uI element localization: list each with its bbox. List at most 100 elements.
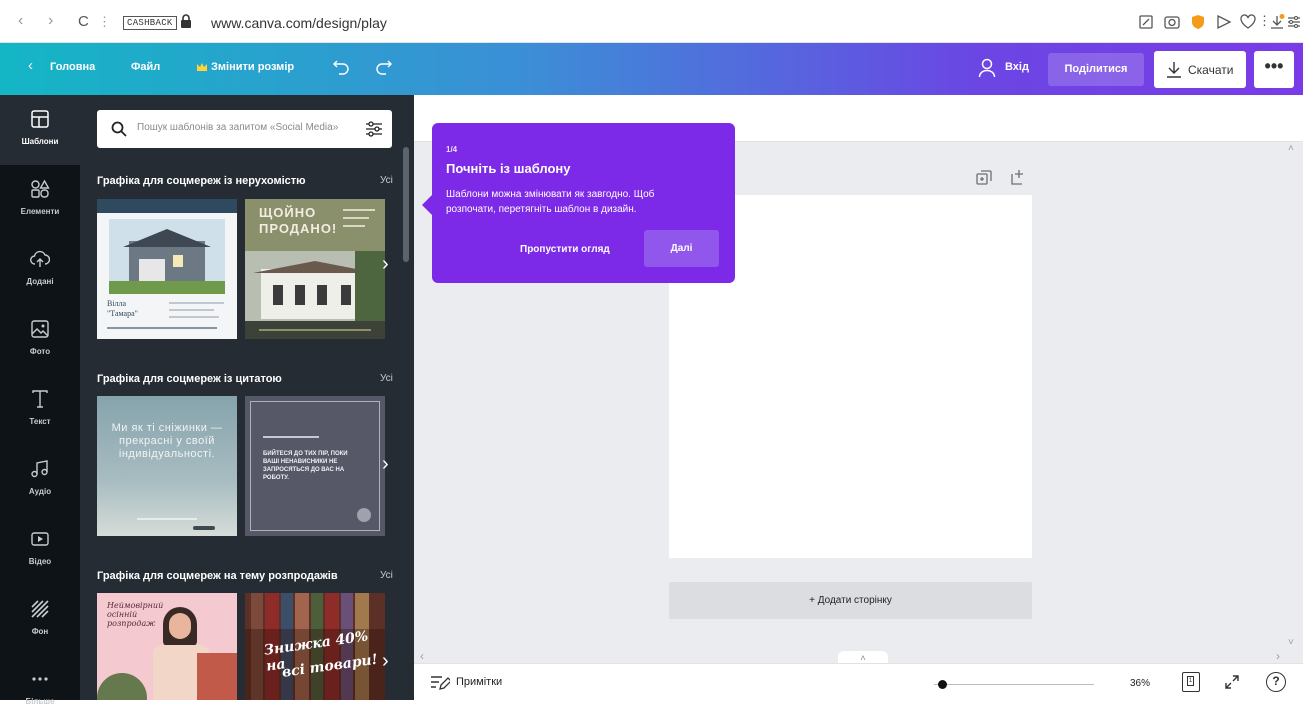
nav-label: Додані	[26, 277, 54, 286]
chevron-left-icon[interactable]: ‹	[28, 57, 33, 74]
see-all-link[interactable]: Усі	[380, 175, 393, 186]
user-icon[interactable]	[978, 58, 996, 78]
thumb-text: ЩОЙНО	[259, 205, 317, 220]
notes-icon[interactable]	[430, 675, 450, 691]
download-label: Скачати	[1188, 63, 1234, 77]
download-icon	[1167, 62, 1181, 78]
template-thumbnail[interactable]: Вілла "Тамара"	[97, 199, 237, 339]
nav-video[interactable]: Відео	[0, 515, 80, 585]
share-button[interactable]: Поділитися	[1048, 53, 1144, 86]
help-button[interactable]: ?	[1266, 672, 1286, 692]
chevron-right-icon[interactable]: ›	[382, 453, 389, 476]
nav-templates[interactable]: Шаблони	[0, 95, 80, 165]
address-bar[interactable]: www.canva.com/design/play	[211, 15, 387, 31]
search-input[interactable]: Пошук шаблонів за запитом «Social Media»	[137, 122, 338, 133]
scroll-left-arrow[interactable]: ‹	[420, 649, 424, 663]
separator-dots: ⋮	[98, 14, 111, 29]
send-icon[interactable]	[1215, 13, 1233, 31]
add-page-icon[interactable]	[1010, 169, 1027, 186]
nav-label: Аудіо	[28, 487, 52, 496]
login-link[interactable]: Вхід	[1005, 61, 1029, 73]
nav-label: Фото	[29, 347, 51, 356]
uploads-icon	[30, 250, 50, 267]
search-icon	[111, 121, 127, 137]
redo-icon[interactable]	[375, 59, 393, 75]
zoom-slider-track[interactable]	[934, 684, 1094, 685]
nav-label: Текст	[29, 417, 51, 426]
panel-scrollbar[interactable]	[403, 147, 409, 262]
template-thumbnail[interactable]: Ми як ті сніжинки — прекрасні у своїй ін…	[97, 396, 237, 536]
house-photo	[109, 219, 225, 294]
see-all-link[interactable]: Усі	[380, 570, 393, 581]
status-bar: Примітки 36% 1 ?	[414, 663, 1303, 700]
resize-button[interactable]: Змінити розмір	[211, 61, 294, 73]
template-thumbnail[interactable]: БИЙТЕСЯ ДО ТИХ ПІР, ПОКИ ВАШІ НЕНАВИСНИК…	[245, 396, 385, 536]
add-page-button[interactable]: + Додати сторінку	[669, 582, 1032, 619]
screenshot-icon[interactable]	[1163, 13, 1181, 31]
notes-button[interactable]: Примітки	[456, 676, 502, 688]
thumb-text: ПРОДАНО!	[259, 221, 338, 236]
onboarding-popover: 1/4 Почніть із шаблону Шаблони можна змі…	[432, 123, 735, 283]
edit-icon[interactable]	[1137, 13, 1155, 31]
section-title-quotes: Графіка для соцмереж із цитатою	[97, 373, 282, 385]
text-icon	[32, 390, 48, 408]
undo-icon[interactable]	[332, 59, 350, 75]
page-count-icon[interactable]: 1	[1182, 672, 1200, 692]
popover-body: Шаблони можна змінювати як завгодно. Щоб…	[446, 189, 655, 215]
section-title-sales: Графіка для соцмереж на тему розпродажів	[97, 570, 338, 582]
reload-button[interactable]: C	[78, 13, 89, 30]
page-number: 1	[1187, 676, 1194, 686]
chevron-right-icon[interactable]: ›	[382, 650, 389, 673]
nav-label: Елементи	[20, 207, 60, 216]
thumb-text: Ми як ті сніжинки — прекрасні у своїй ін…	[111, 422, 223, 460]
template-thumbnail[interactable]: ЩОЙНО ПРОДАНО!	[245, 199, 385, 339]
thumb-text: Вілла	[107, 299, 127, 308]
nav-elements[interactable]: Елементи	[0, 165, 80, 235]
nav-label: Шаблони	[21, 137, 59, 146]
next-button[interactable]: Далі	[644, 230, 719, 267]
lock-icon	[181, 14, 191, 28]
template-thumbnail[interactable]: Знижка 40% на всі товари!	[245, 593, 385, 700]
nav-uploads[interactable]: Додані	[0, 235, 80, 305]
more-icon	[32, 677, 48, 681]
duplicate-page-icon[interactable]	[976, 170, 992, 186]
nav-background[interactable]: Фон	[0, 585, 80, 655]
scroll-up-arrow[interactable]: ˄	[1288, 143, 1294, 154]
see-all-link[interactable]: Усі	[380, 373, 393, 384]
browser-toolbar: ‹ › C ⋮ CASHBACK www.canva.com/design/pl…	[0, 0, 1303, 43]
nav-text[interactable]: Текст	[0, 375, 80, 445]
help-icon: ?	[1272, 674, 1280, 688]
filter-icon[interactable]	[365, 120, 383, 138]
back-button[interactable]: ‹	[18, 12, 23, 30]
shield-extension-icon[interactable]	[1189, 13, 1207, 31]
template-search-box[interactable]: Пошук шаблонів за запитом «Social Media»	[97, 110, 392, 148]
template-thumbnail[interactable]: Неймовірний осінній розпродаж	[97, 593, 237, 700]
home-link[interactable]: Головна	[50, 61, 95, 73]
thumb-text: Неймовірний осінній розпродаж	[107, 601, 164, 628]
skip-tour-button[interactable]: Пропустити огляд	[520, 244, 610, 255]
popover-step: 1/4	[446, 145, 458, 154]
heart-icon[interactable]	[1239, 13, 1257, 31]
zoom-level[interactable]: 36%	[1130, 678, 1150, 689]
nav-more[interactable]: Більше	[0, 655, 80, 725]
settings-sliders-icon[interactable]	[1285, 13, 1303, 31]
video-icon	[31, 532, 49, 546]
nav-photos[interactable]: Фото	[0, 305, 80, 375]
villa-photo	[245, 251, 385, 321]
download-button[interactable]: Скачати	[1154, 51, 1246, 88]
scroll-down-arrow[interactable]: ˅	[1288, 637, 1294, 648]
expand-pages-handle[interactable]: ˄	[838, 651, 888, 663]
cashback-badge[interactable]: CASHBACK	[123, 16, 177, 30]
nav-label: Відео	[28, 557, 52, 566]
file-menu[interactable]: Файл	[131, 61, 160, 73]
scroll-right-arrow[interactable]: ›	[1276, 649, 1280, 663]
downloads-icon[interactable]	[1268, 13, 1286, 31]
chevron-right-icon[interactable]: ›	[382, 253, 389, 276]
forward-button[interactable]: ›	[48, 12, 53, 30]
zoom-slider-knob[interactable]	[938, 680, 947, 689]
fullscreen-icon[interactable]	[1224, 674, 1240, 690]
templates-icon	[31, 110, 49, 128]
nav-label: Фон	[31, 627, 49, 636]
nav-audio[interactable]: Аудіо	[0, 445, 80, 515]
more-options-button[interactable]: •••	[1254, 51, 1294, 88]
